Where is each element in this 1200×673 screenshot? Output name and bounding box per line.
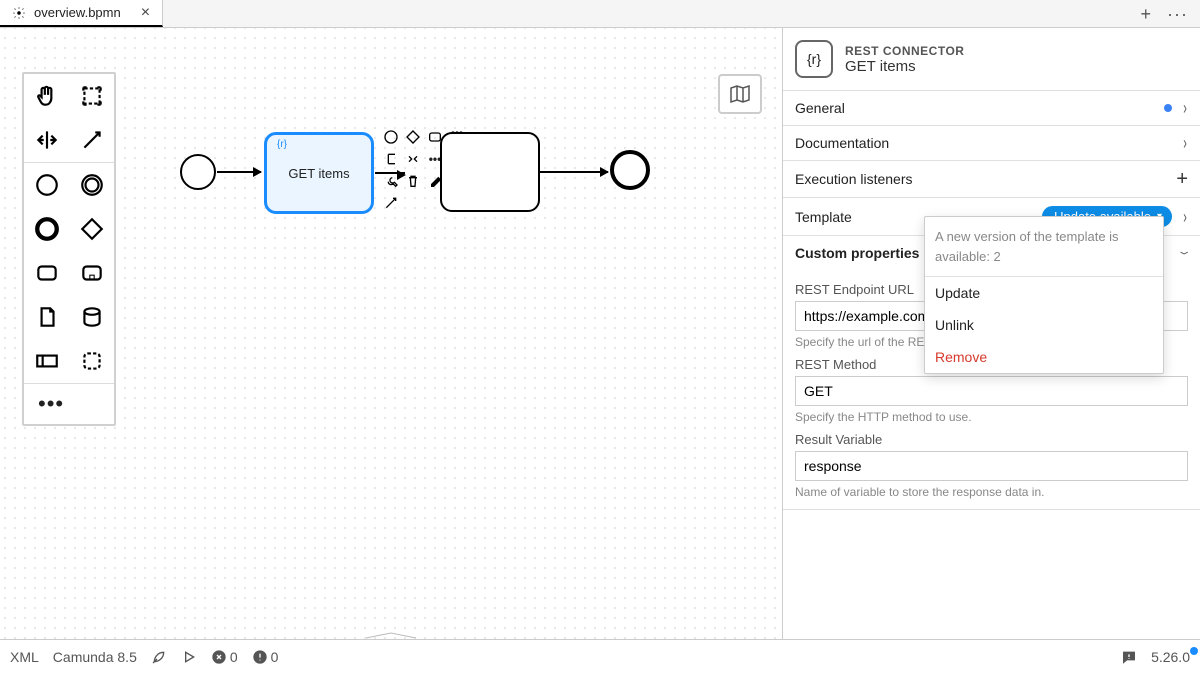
errors-badge[interactable]: 0: [211, 649, 238, 665]
palette-more-button[interactable]: •••: [24, 384, 114, 424]
sequence-flow-2[interactable]: [375, 172, 405, 174]
append-text-annotation[interactable]: [382, 150, 400, 168]
method-help: Specify the HTTP method to use.: [795, 410, 1188, 424]
chevron-right-icon: ›: [1183, 134, 1187, 152]
append-end-event[interactable]: [382, 128, 400, 146]
rocket-icon: [151, 649, 167, 665]
hand-tool[interactable]: [24, 74, 69, 118]
end-event[interactable]: [610, 150, 650, 190]
minimap-toggle-button[interactable]: [718, 74, 762, 114]
create-start-event[interactable]: [24, 163, 69, 207]
tool-palette: •••: [22, 72, 116, 426]
create-end-event[interactable]: [24, 207, 69, 251]
status-bar: XML Camunda 8.5 0 0 5.26.0: [0, 639, 1200, 673]
error-icon: [211, 649, 227, 665]
result-help: Name of variable to store the response d…: [795, 485, 1188, 499]
task-get-items[interactable]: {r} GET items: [264, 132, 374, 214]
diagram-canvas[interactable]: ••• {r} GET items •••: [0, 28, 782, 639]
warnings-badge[interactable]: 0: [252, 649, 279, 665]
create-task[interactable]: [24, 251, 69, 295]
element-type-label: REST CONNECTOR: [845, 44, 964, 58]
tab-bar: overview.bpmn × + ···: [0, 0, 1200, 28]
play-icon: [181, 649, 197, 665]
engine-profile[interactable]: Camunda 8.5: [53, 649, 137, 665]
chevron-right-icon: ›: [1183, 99, 1187, 117]
xml-toggle[interactable]: XML: [10, 649, 39, 665]
rest-connector-icon: {r}: [273, 139, 291, 157]
add-listener-button[interactable]: +: [1176, 169, 1188, 189]
result-label: Result Variable: [795, 432, 1188, 447]
method-input[interactable]: [795, 376, 1188, 406]
delete-icon[interactable]: [404, 172, 422, 190]
section-general[interactable]: General ›: [783, 91, 1200, 126]
lasso-tool[interactable]: [69, 74, 114, 118]
gear-icon: [12, 6, 26, 20]
create-gateway[interactable]: [69, 207, 114, 251]
version-label[interactable]: 5.26.0: [1151, 649, 1190, 665]
run-button[interactable]: [181, 649, 197, 665]
dropdown-info: A new version of the template is availab…: [925, 217, 1163, 277]
create-pool[interactable]: [24, 339, 69, 383]
properties-panel: {r} REST CONNECTOR GET items General › D…: [782, 28, 1200, 639]
element-type-icon: {r}: [795, 40, 833, 78]
chevron-right-icon: ›: [1183, 208, 1187, 226]
new-tab-button[interactable]: +: [1141, 5, 1152, 23]
start-event[interactable]: [180, 154, 216, 190]
map-icon: [728, 82, 752, 106]
sequence-flow-3[interactable]: [540, 171, 608, 173]
create-data-store[interactable]: [69, 295, 114, 339]
section-documentation[interactable]: Documentation ›: [783, 126, 1200, 161]
create-group[interactable]: [69, 339, 114, 383]
dropdown-remove-button[interactable]: Remove: [925, 341, 1163, 373]
connect-icon[interactable]: [382, 194, 400, 212]
sequence-flow-1[interactable]: [217, 171, 261, 173]
create-intermediate-event[interactable]: [69, 163, 114, 207]
deploy-button[interactable]: [151, 649, 167, 665]
element-name: GET items: [845, 58, 964, 75]
space-tool[interactable]: [24, 118, 69, 162]
global-connect-tool[interactable]: [69, 118, 114, 162]
create-subprocess[interactable]: [69, 251, 114, 295]
warning-icon: [252, 649, 268, 665]
dropdown-update-button[interactable]: Update: [925, 277, 1163, 309]
tab-overview[interactable]: overview.bpmn ×: [0, 0, 163, 27]
append-gateway[interactable]: [404, 128, 422, 146]
close-icon[interactable]: ×: [141, 5, 150, 21]
result-input[interactable]: [795, 451, 1188, 481]
task-empty[interactable]: [440, 132, 540, 212]
update-dot-icon: [1190, 647, 1198, 655]
main-area: ••• {r} GET items •••: [0, 28, 1200, 639]
task-label: GET items: [288, 166, 349, 181]
template-update-dropdown: A new version of the template is availab…: [924, 216, 1164, 374]
canvas-collapse-handle[interactable]: [361, 629, 421, 639]
tabs-kebab-menu[interactable]: ···: [1167, 5, 1188, 23]
modified-indicator-icon: [1164, 104, 1172, 112]
feedback-icon: [1121, 649, 1137, 665]
feedback-button[interactable]: [1121, 649, 1137, 665]
create-data-object[interactable]: [24, 295, 69, 339]
change-type[interactable]: [404, 150, 422, 168]
dropdown-unlink-button[interactable]: Unlink: [925, 309, 1163, 341]
chevron-down-icon: ›: [1176, 251, 1194, 255]
section-execution-listeners[interactable]: Execution listeners +: [783, 161, 1200, 198]
tab-filename: overview.bpmn: [34, 5, 121, 20]
panel-header: {r} REST CONNECTOR GET items: [783, 28, 1200, 91]
